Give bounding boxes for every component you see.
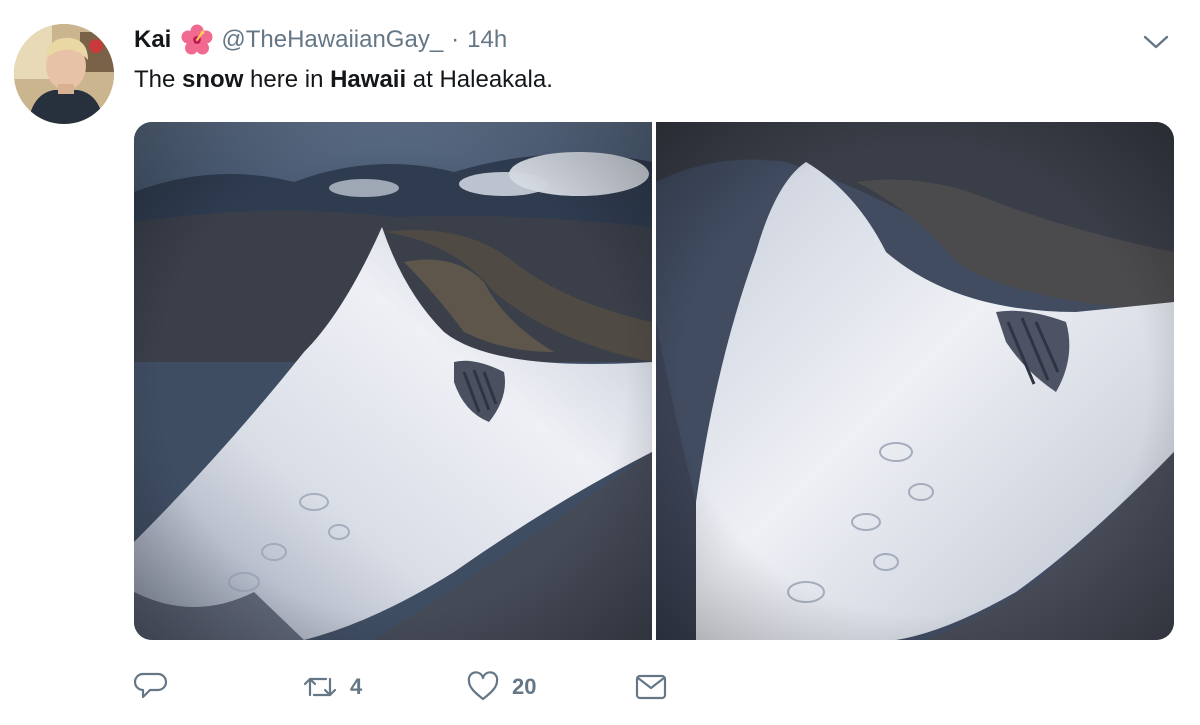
hibiscus-icon — [181, 24, 213, 56]
chevron-down-icon — [1143, 35, 1169, 49]
like-count: 20 — [512, 674, 537, 699]
envelope-icon — [635, 674, 667, 700]
tweet-actions: 4 20 — [134, 664, 668, 710]
reply-button[interactable] — [134, 671, 302, 703]
more-options-button[interactable] — [1140, 28, 1172, 56]
display-name[interactable]: Kai — [134, 26, 171, 54]
author-handle[interactable]: @TheHawaiianGay_ — [221, 26, 443, 54]
tweet-text-bold: snow — [182, 66, 244, 93]
media-photo-2[interactable] — [656, 122, 1174, 640]
tweet-text-part: The — [134, 66, 183, 93]
heart-icon — [467, 671, 499, 701]
tweet-card[interactable]: Kai @TheHawaiianGay_ · 14h The snow here… — [0, 0, 1200, 725]
separator-dot: · — [451, 26, 460, 53]
direct-message-button[interactable] — [634, 672, 668, 702]
tweet-text-part: at Haleakala. — [406, 66, 553, 93]
retweet-count: 4 — [350, 674, 363, 699]
reply-icon — [134, 672, 168, 699]
tweet-text-part: here in — [243, 66, 331, 93]
tweet-text-bold: Hawaii — [330, 66, 407, 93]
avatar-image — [14, 24, 114, 124]
like-button[interactable]: 20 — [466, 671, 634, 703]
retweet-button[interactable]: 4 — [302, 671, 466, 703]
retweet-icon — [303, 677, 337, 697]
tweet-header: Kai @TheHawaiianGay_ · 14h — [134, 24, 507, 56]
media-photo-1[interactable] — [134, 122, 652, 640]
tweet-text: The snow here in Hawaii at Haleakala. — [134, 66, 553, 98]
timestamp[interactable]: 14h — [467, 26, 507, 54]
avatar[interactable] — [14, 24, 114, 124]
media-grid — [134, 122, 1174, 640]
